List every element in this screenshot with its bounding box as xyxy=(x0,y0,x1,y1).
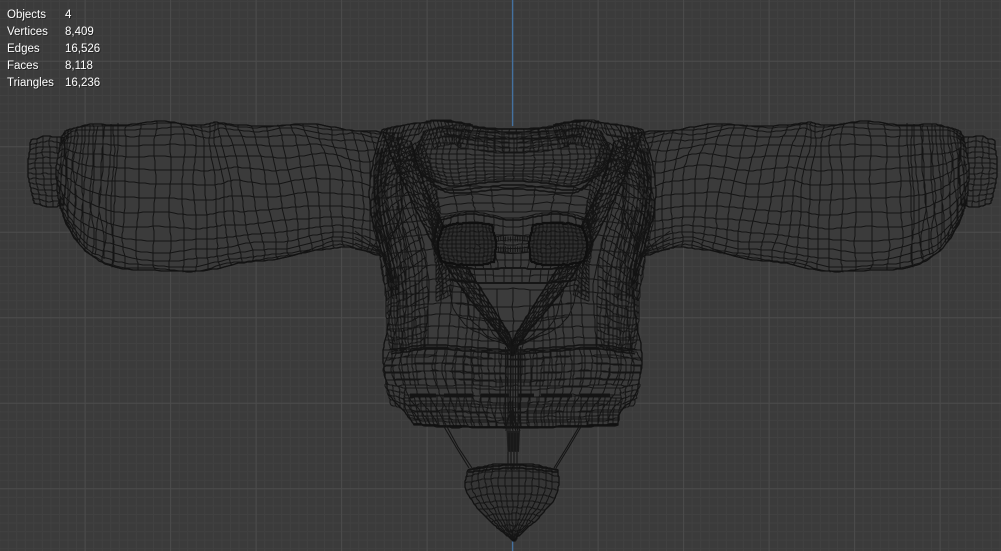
svg-text:16,526: 16,526 xyxy=(65,43,100,55)
svg-text:Vertices: Vertices xyxy=(7,26,48,38)
svg-text:16,236: 16,236 xyxy=(65,77,100,89)
svg-text:Edges: Edges xyxy=(7,43,40,55)
svg-text:Faces: Faces xyxy=(7,60,39,72)
svg-text:4: 4 xyxy=(65,9,72,21)
svg-text:Triangles: Triangles xyxy=(7,77,54,89)
svg-text:8,409: 8,409 xyxy=(65,26,94,38)
svg-text:Objects: Objects xyxy=(7,9,46,21)
svg-text:8,118: 8,118 xyxy=(65,60,93,72)
